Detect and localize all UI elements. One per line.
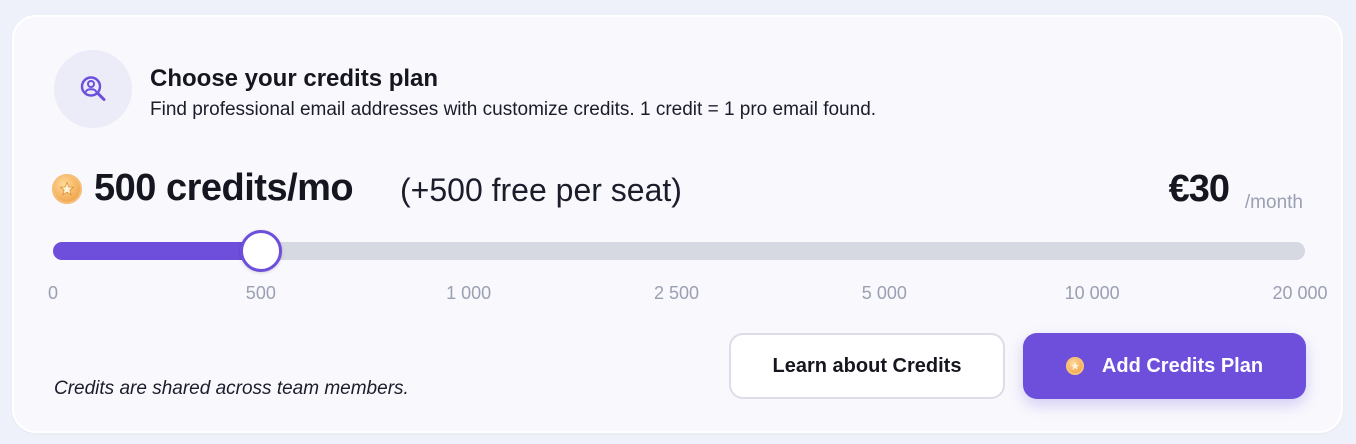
learn-button-label: Learn about Credits xyxy=(772,354,962,377)
learn-about-credits-button[interactable]: Learn about Credits xyxy=(729,333,1005,399)
slider-tick-label: 20 000 xyxy=(1272,283,1328,303)
add-credits-plan-button[interactable]: Add Credits Plan xyxy=(1023,333,1306,399)
slider-thumb[interactable] xyxy=(239,230,282,272)
coin-icon xyxy=(1065,357,1084,375)
slider-tick-label: 1 000 xyxy=(446,283,492,303)
free-per-seat-text: (+500 free per seat) xyxy=(400,172,682,208)
plan-price: €30 xyxy=(1168,168,1230,210)
slider-tick-label: 5 000 xyxy=(861,283,907,303)
slider-fill xyxy=(53,242,271,260)
user-search-icon xyxy=(54,50,132,128)
shared-credits-note: Credits are shared across team members. xyxy=(54,378,409,399)
coin-icon xyxy=(52,174,82,204)
plan-subtitle: Find professional email addresses with c… xyxy=(150,99,877,120)
slider-tick-label: 2 500 xyxy=(653,283,700,303)
slider-tick-label: 10 000 xyxy=(1064,283,1120,303)
price-period: /month xyxy=(1244,192,1303,213)
add-button-label: Add Credits Plan xyxy=(1101,354,1264,377)
credits-slider[interactable] xyxy=(53,230,1305,272)
slider-tick-label: 500 xyxy=(245,283,276,303)
credits-plan-card: Choose your credits plan Find profession… xyxy=(12,15,1343,433)
credits-amount: 500 credits/mo xyxy=(94,167,354,209)
plan-title: Choose your credits plan xyxy=(150,65,439,92)
slider-tick-label: 0 xyxy=(47,283,59,303)
